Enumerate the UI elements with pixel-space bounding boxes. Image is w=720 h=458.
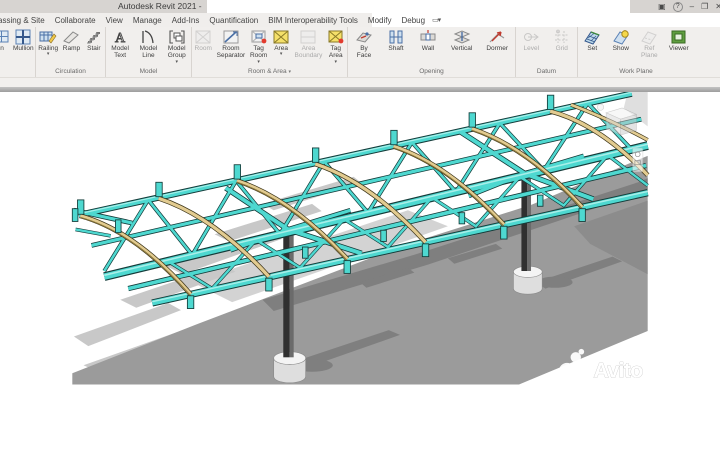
room-button[interactable]: Room (193, 29, 213, 52)
tab-quantification[interactable]: Quantification (204, 16, 263, 25)
ribbon-panel-datum: Level Grid Datum (516, 27, 578, 77)
svg-text:A: A (115, 31, 126, 45)
ribbon-display-toggle[interactable]: ▭▾ (432, 16, 441, 24)
model-text-button[interactable]: A Model Text (110, 29, 130, 60)
ribbon-panel-circulation: Railing ▾ Ramp Stair Circulation (36, 27, 106, 77)
dormer-button[interactable]: Dormer (485, 29, 509, 52)
cut-button[interactable]: n (0, 29, 12, 52)
tag-room-button[interactable]: Tag Room ▾ (249, 29, 269, 64)
viewcube-home-icon (597, 103, 605, 111)
window-title: Autodesk Revit 2021 - (118, 1, 202, 11)
ribbon-panel-opening: By Face Shaft Wall Vertical Dormer Openi… (348, 27, 516, 77)
title-bar: Autodesk Revit 2021 - ▣ ? – ❐ ✕ (0, 0, 720, 13)
level-button[interactable]: Level (521, 29, 541, 52)
set-work-plane-icon (584, 31, 601, 45)
tab-bim-interoperability-tools[interactable]: BIM Interoperability Tools (263, 16, 363, 25)
level-icon (524, 33, 540, 41)
dormer-icon (489, 31, 505, 43)
area-button[interactable]: Area ▾ (271, 29, 291, 57)
viewer-icon (671, 30, 686, 44)
close-button[interactable]: ✕ (715, 0, 720, 13)
area-boundary-icon (300, 30, 316, 44)
railing-button[interactable]: Railing ▾ (37, 29, 59, 57)
tab-addins[interactable]: Add-Ins (167, 16, 205, 25)
grid-button[interactable]: Grid (552, 29, 572, 52)
3d-viewport[interactable]: Avito (0, 92, 720, 458)
tag-room-icon (251, 30, 267, 44)
model-text-icon: A (115, 31, 127, 45)
tag-area-icon (328, 30, 344, 44)
tab-collaborate[interactable]: Collaborate (50, 16, 101, 25)
restore-button[interactable]: ❐ (701, 0, 708, 13)
area-boundary-button[interactable]: Area Boundary (294, 29, 324, 60)
navigation-bar[interactable] (632, 147, 644, 173)
wall-opening-icon (420, 30, 436, 41)
ribbon-panel-room-area: Room Room Separator Tag Room ▾ Area ▾ Ar… (192, 27, 348, 77)
by-face-button[interactable]: By Face (354, 29, 374, 60)
ref-plane-button[interactable]: Ref Plane (639, 29, 659, 60)
ramp-button[interactable]: Ramp (61, 29, 81, 52)
window-controls: ▣ ? – ❐ ✕ (658, 0, 720, 13)
shaft-button[interactable]: Shaft (386, 29, 406, 52)
stair-icon (86, 32, 100, 44)
ramp-icon (63, 31, 80, 44)
watermark-text: Avito (593, 357, 643, 382)
ribbon-tab-bar: assing & Site Collaborate View Manage Ad… (0, 13, 720, 27)
ribbon-panel-work-plane: Set Show Ref Plane Viewer Work Plane (578, 27, 694, 77)
ref-plane-icon (641, 31, 658, 45)
minimize-button[interactable]: – (690, 0, 694, 13)
vertical-opening-icon (453, 30, 470, 44)
ribbon: n Mullion Railing ▾ Ramp Stair Circulati… (0, 27, 720, 78)
help-icon[interactable]: ? (672, 1, 683, 12)
ribbon-lower-strip (0, 78, 720, 87)
title-blank-area (207, 0, 630, 13)
show-button[interactable]: Show (611, 29, 631, 52)
railing-icon (39, 31, 57, 44)
tab-view[interactable]: View (101, 16, 128, 25)
model-group-icon (169, 30, 185, 44)
wall-opening-button[interactable]: Wall (418, 29, 438, 52)
tab-massing-site[interactable]: assing & Site (0, 16, 50, 25)
model-group-button[interactable]: Model Group ▾ (167, 29, 187, 64)
model-canvas[interactable]: Avito (0, 92, 720, 458)
mullion-button[interactable]: Mullion (12, 29, 35, 52)
room-separator-icon (223, 30, 239, 44)
tab-manage[interactable]: Manage (128, 16, 167, 25)
show-work-plane-icon (613, 30, 629, 45)
curtain-grid-icon (0, 30, 9, 43)
room-separator-button[interactable]: Room Separator (216, 29, 247, 60)
shaft-icon (389, 30, 403, 44)
viewer-button[interactable]: Viewer (668, 29, 690, 52)
area-icon (273, 30, 289, 44)
revit-window: Autodesk Revit 2021 - ▣ ? – ❐ ✕ assing &… (0, 0, 720, 458)
vertical-opening-button[interactable]: Vertical (450, 29, 473, 52)
stair-button[interactable]: Stair (84, 29, 104, 52)
tag-area-button[interactable]: Tag Area ▾ (326, 29, 346, 64)
by-face-icon (356, 32, 372, 43)
model-line-icon (142, 30, 155, 44)
room-icon (195, 30, 211, 44)
model-line-button[interactable]: Model Line (138, 29, 158, 60)
tab-debug[interactable]: Debug (396, 16, 430, 25)
signin-icon[interactable]: ▣ (658, 0, 666, 13)
ribbon-panel-model: A Model Text Model Line Model Group ▾ Mo… (106, 27, 192, 77)
ribbon-panel-cut: n Mullion (0, 27, 36, 77)
grid-icon (554, 29, 569, 43)
mullion-icon (15, 29, 31, 45)
set-button[interactable]: Set (582, 29, 602, 52)
tab-modify[interactable]: Modify (363, 16, 397, 25)
